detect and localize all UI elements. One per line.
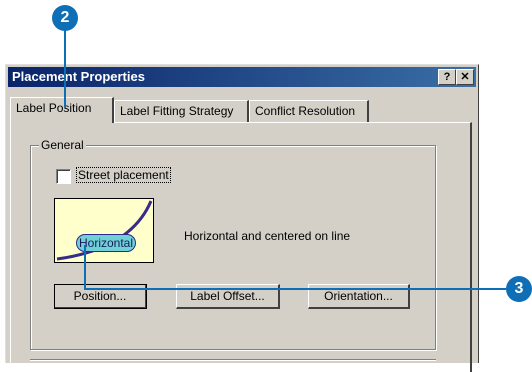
tab-label: Label Fitting Strategy <box>120 104 234 118</box>
dialog-title: Placement Properties <box>12 69 145 84</box>
tab-conflict-resolution[interactable]: Conflict Resolution <box>249 100 369 122</box>
callout-step-2: 2 <box>52 5 78 31</box>
help-button[interactable]: ? <box>438 69 456 85</box>
close-button[interactable]: ✕ <box>456 69 474 85</box>
placement-properties-dialog: Placement Properties ? ✕ Label Position … <box>5 64 479 372</box>
close-icon: ✕ <box>460 71 470 83</box>
tab-label-fitting-strategy[interactable]: Label Fitting Strategy <box>114 100 249 122</box>
tab-label-position[interactable]: Label Position <box>10 97 114 123</box>
tab-label: Label Position <box>16 101 92 115</box>
tab-label: Conflict Resolution <box>255 104 356 118</box>
title-bar[interactable]: Placement Properties ? ✕ <box>8 67 476 87</box>
tab-panel <box>10 122 472 372</box>
callout-step-3: 3 <box>506 276 532 302</box>
